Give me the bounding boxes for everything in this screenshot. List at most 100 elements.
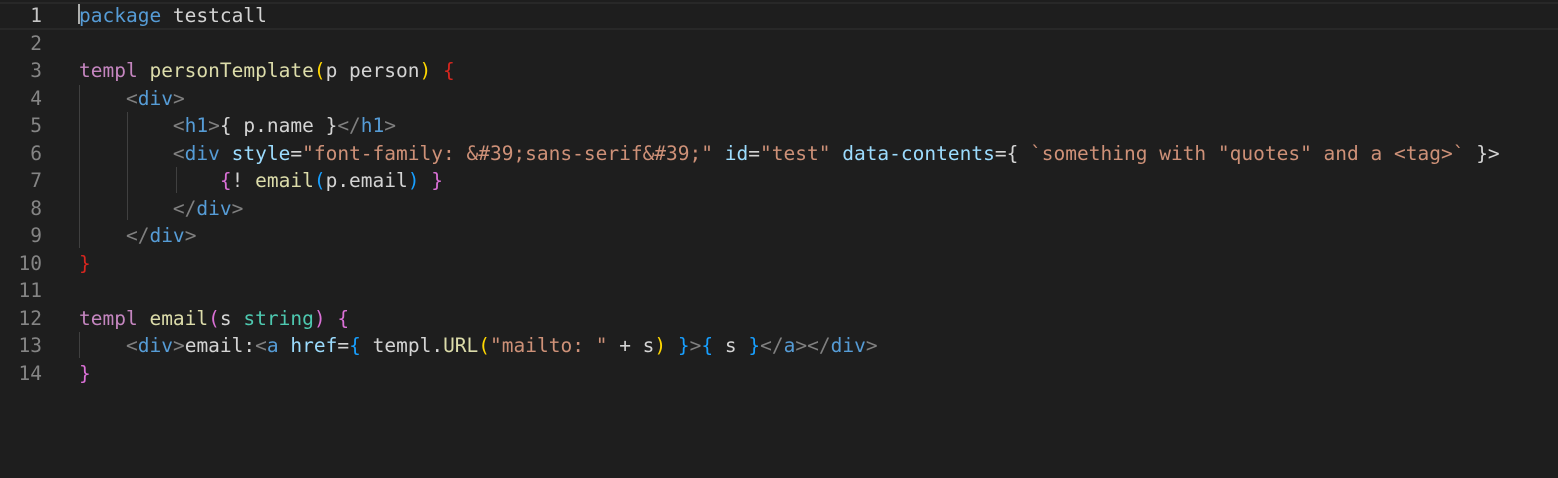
code-token: ): [419, 59, 432, 82]
code-token: ></: [795, 334, 831, 357]
line-number: 3: [30, 59, 42, 82]
code-token: <: [172, 141, 185, 165]
code-token: </: [760, 334, 784, 357]
code-token: <: [255, 334, 267, 357]
line-content: }: [79, 360, 91, 388]
code-line[interactable]: 13 <div>email:<a href={ templ.URL("mailt…: [0, 332, 1558, 360]
code-token: =: [290, 141, 303, 165]
code-token: div: [149, 224, 185, 247]
code-token: s: [219, 306, 244, 330]
code-token: </: [125, 224, 150, 247]
code-token: !: [231, 169, 256, 192]
line-number: 7: [30, 169, 42, 192]
code-token: s: [713, 334, 749, 357]
code-token: package: [79, 4, 162, 27]
code-token: {: [443, 59, 455, 82]
line-content: </div>: [79, 222, 196, 250]
code-token: }: [79, 361, 91, 385]
line-number: 13: [18, 334, 42, 357]
code-token: {: [701, 334, 714, 357]
line-number: 9: [30, 224, 42, 247]
code-token: >: [865, 334, 878, 357]
code-line[interactable]: 10}: [0, 250, 1558, 278]
code-token: {: [219, 169, 232, 192]
code-token: p person: [325, 59, 420, 82]
code-token: div: [137, 334, 173, 357]
code-line[interactable]: 2: [0, 30, 1558, 58]
code-token: style: [231, 141, 291, 165]
code-token: >: [184, 224, 197, 247]
code-line[interactable]: 9 </div>: [0, 222, 1558, 250]
code-line[interactable]: 8 </div>: [0, 195, 1558, 223]
code-token: + s: [607, 334, 655, 357]
code-line[interactable]: 6 <div style="font-family: &#39;sans-ser…: [0, 140, 1558, 168]
code-token: ): [407, 169, 420, 192]
code-token: div: [184, 141, 220, 165]
code-token: }: [748, 334, 761, 357]
line-number: 11: [18, 279, 42, 302]
code-token: h1: [360, 114, 385, 137]
code-line[interactable]: 3 templ personTemplate(p person) {: [0, 57, 1558, 85]
code-token: templ: [79, 59, 150, 82]
code-token: ): [313, 306, 326, 330]
line-number: 8: [30, 196, 42, 220]
code-token: (: [313, 59, 326, 82]
code-token: ): [654, 334, 667, 357]
code-line[interactable]: 5 <h1>{ p.name }</h1>: [0, 112, 1558, 140]
line-content: <div>: [79, 85, 185, 113]
code-editor[interactable]: 1 package testcall 2 3 templ personTemplate(…: [0, 0, 1558, 478]
code-token: >: [689, 334, 702, 357]
code-token: <: [125, 334, 138, 357]
code-line[interactable]: 12 templ email(s string) {: [0, 305, 1558, 333]
code-token: }: [677, 334, 690, 357]
code-token: (: [313, 169, 326, 192]
line-content: </div>: [79, 195, 243, 223]
code-token: >: [384, 114, 397, 137]
code-token: =: [748, 141, 760, 165]
code-token: =: [337, 334, 350, 357]
code-line[interactable]: 1 package testcall: [0, 2, 1558, 30]
code-token: data-contents: [842, 141, 995, 165]
code-token: <: [125, 86, 138, 110]
line-content: <div style="font-family: &#39;sans-serif…: [79, 140, 1500, 168]
code-token: {: [337, 306, 350, 330]
code-token: a: [783, 334, 796, 357]
line-number: 2: [30, 31, 42, 55]
code-line[interactable]: 4 <div>: [0, 85, 1558, 113]
code-token: </: [337, 114, 361, 137]
code-token: >: [172, 86, 185, 110]
code-token: div: [196, 196, 232, 220]
code-token: personTemplate: [149, 59, 314, 82]
code-token: `something with "quotes" and a <tag>`: [1030, 141, 1465, 165]
line-content: {! email(p.email) }: [79, 167, 443, 195]
line-number: 14: [18, 361, 42, 385]
code-token: h1: [184, 114, 209, 137]
code-token: "mailto: ": [490, 334, 608, 357]
line-number: 1: [30, 4, 42, 27]
code-token: div: [830, 334, 866, 357]
line-content: }: [79, 250, 91, 278]
code-token: "test": [760, 141, 831, 165]
code-token: >: [231, 196, 244, 220]
code-line[interactable]: 7 {! email(p.email) }: [0, 167, 1558, 195]
code-token: >: [172, 334, 185, 357]
code-token: }: [79, 251, 91, 275]
line-number: 12: [18, 306, 42, 330]
code-token: a: [266, 334, 279, 357]
code-line[interactable]: 14}: [0, 360, 1558, 388]
code-line[interactable]: 11: [0, 277, 1558, 305]
code-token: href: [290, 334, 338, 357]
line-number: 5: [30, 114, 42, 137]
code-token: (: [478, 334, 491, 357]
